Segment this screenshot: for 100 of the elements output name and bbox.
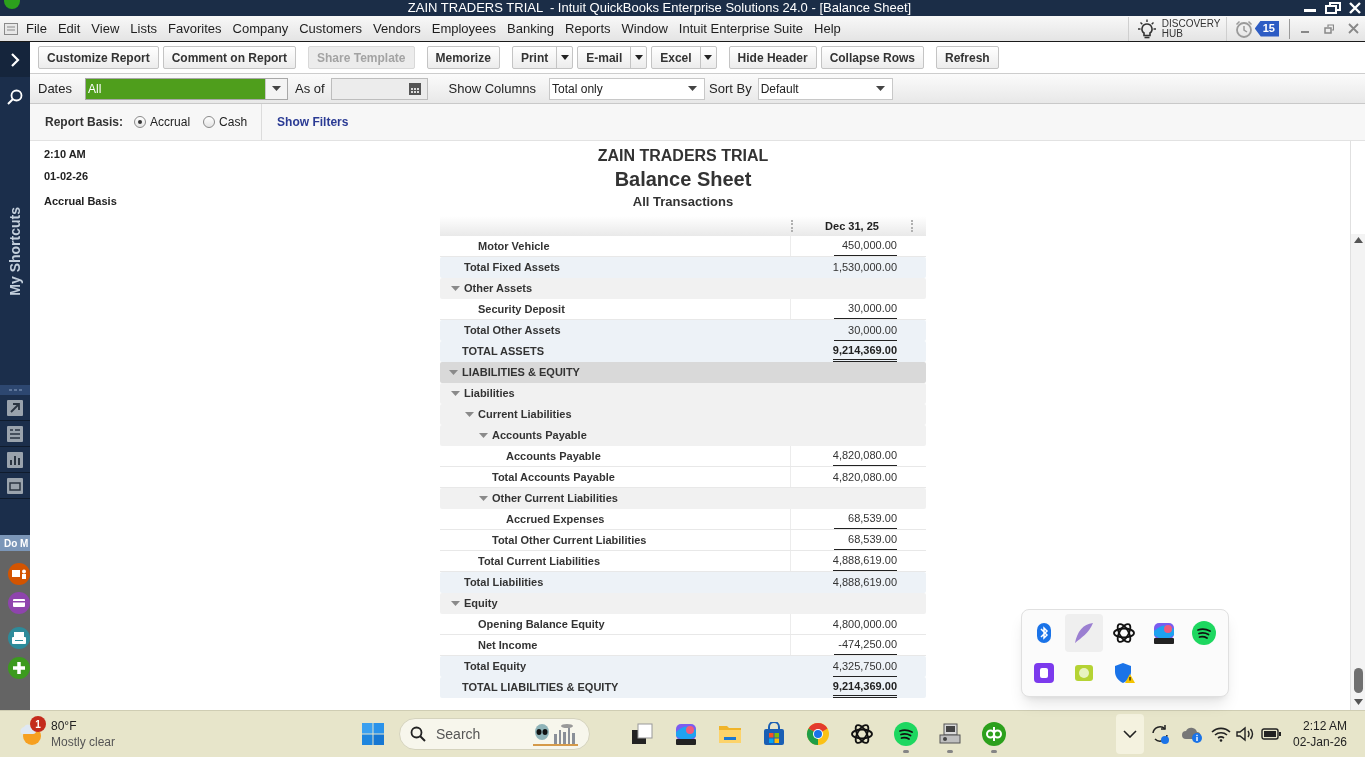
alien-city-illustration <box>530 722 580 746</box>
shield-warning-icon[interactable] <box>1112 661 1136 685</box>
arrow-box-icon[interactable] <box>7 399 23 416</box>
window-menu-icon[interactable] <box>4 22 18 35</box>
show-columns-dropdown[interactable]: Total only <box>549 77 706 100</box>
toolbar-button[interactable]: Refresh <box>936 46 999 69</box>
card-icon[interactable] <box>8 592 30 614</box>
caret-down-icon[interactable] <box>560 55 569 60</box>
menu-item[interactable]: Edit <box>57 19 81 38</box>
app-logo-icon[interactable] <box>674 722 698 746</box>
amount: -474,250.00 <box>834 635 897 655</box>
radio-button[interactable] <box>203 116 216 128</box>
radio-label[interactable]: Accrual <box>150 113 191 131</box>
scrollbar-thumb[interactable] <box>1353 668 1363 693</box>
weather-temperature[interactable]: 80°F <box>51 718 77 734</box>
toolbar-button[interactable]: Comment on Report <box>162 46 297 69</box>
column-header: Dec 31, 25 <box>825 218 879 234</box>
accounting-logo-icon[interactable] <box>982 722 1006 746</box>
toolbar-button[interactable]: E-mail <box>577 46 648 69</box>
person-card-icon[interactable] <box>8 563 30 585</box>
sidebar-title[interactable]: My Shortcuts <box>4 206 26 296</box>
computer-app-icon[interactable] <box>938 722 962 746</box>
wifi-icon[interactable] <box>1210 726 1231 742</box>
toolbar-button[interactable]: Customize Report <box>38 46 159 69</box>
radio-label[interactable]: Cash <box>219 113 248 131</box>
browser-icon[interactable] <box>806 722 830 746</box>
show-filters-link[interactable]: Show Filters <box>277 113 349 131</box>
menu-item[interactable]: Customers <box>299 19 362 38</box>
calendar-icon[interactable] <box>408 82 421 95</box>
group-label: Other Assets <box>464 281 533 297</box>
menu-item[interactable]: Lists <box>130 19 158 38</box>
menu-item[interactable]: Help <box>814 19 841 38</box>
knot-logo-icon[interactable] <box>1112 621 1136 645</box>
caret-down-icon[interactable] <box>688 86 698 91</box>
amount: 4,888,619.00 <box>832 575 897 591</box>
menu-item[interactable]: Vendors <box>373 19 421 38</box>
app-tile-icon[interactable] <box>1032 661 1056 685</box>
menu-item[interactable]: File <box>26 19 47 38</box>
date-field[interactable] <box>330 77 428 100</box>
amount: 30,000.00 <box>834 299 897 319</box>
radio-button[interactable] <box>134 116 147 128</box>
printer-icon[interactable] <box>8 627 30 649</box>
toolbar-button[interactable]: Hide Header <box>728 46 817 69</box>
menu-item[interactable]: Intuit Enterprise Suite <box>678 19 804 38</box>
show-hidden-icons-button[interactable] <box>1115 714 1144 754</box>
caret-down-icon[interactable] <box>704 55 713 60</box>
amount: 4,325,750.00 <box>832 656 897 677</box>
filter-label: As of <box>294 79 325 98</box>
weather-condition[interactable]: Mostly clear <box>51 734 115 750</box>
report-basis: Accrual Basis <box>44 194 117 209</box>
knot-logo-icon[interactable] <box>850 722 874 746</box>
window-icon[interactable] <box>7 477 23 494</box>
menu-item[interactable]: Banking <box>507 19 554 38</box>
filter-label: Show Columns <box>448 79 537 98</box>
discovery-hub-link[interactable]: DISCOVERY HUB <box>1161 18 1224 39</box>
sidebar-section-title: Do M <box>4 536 29 551</box>
menu-item[interactable]: Reports <box>565 19 611 38</box>
chevron-right-icon[interactable] <box>10 52 20 67</box>
feather-icon[interactable] <box>1065 614 1103 652</box>
task-view-icon[interactable] <box>630 722 654 746</box>
app-logo-icon[interactable] <box>1152 621 1176 645</box>
menu-item[interactable]: Favorites <box>168 19 222 38</box>
restore-icon[interactable] <box>1325 2 1341 14</box>
search-field[interactable]: Search <box>399 718 590 750</box>
caret-down-icon[interactable] <box>271 86 281 91</box>
toolbar-button[interactable]: Excel <box>651 46 717 69</box>
caret-down-icon[interactable] <box>634 55 643 60</box>
menu-item[interactable]: Window <box>621 19 668 38</box>
sort-by-dropdown[interactable]: Default <box>757 77 893 100</box>
lightbulb-icon[interactable] <box>1137 18 1156 39</box>
caret-down-icon[interactable] <box>875 86 885 91</box>
menu-item[interactable]: Employees <box>431 19 497 38</box>
account-label: Motor Vehicle <box>478 238 550 254</box>
menu-item[interactable]: View <box>91 19 120 38</box>
music-app-icon[interactable] <box>1192 621 1216 645</box>
triangle-down-icon[interactable] <box>1353 699 1363 705</box>
triangle-up-icon[interactable] <box>1353 237 1363 243</box>
battery-icon[interactable] <box>1260 728 1281 740</box>
search-icon[interactable] <box>7 89 23 105</box>
clock-date[interactable]: 02-Jan-26 <box>1292 734 1347 750</box>
account-label: Accounts Payable <box>506 448 601 464</box>
vertical-scrollbar[interactable] <box>1351 234 1365 710</box>
toolbar-button[interactable]: Collapse Rows <box>820 46 924 69</box>
splitter-handle-icon[interactable] <box>0 385 30 395</box>
clock-time[interactable]: 2:12 AM <box>1302 718 1347 734</box>
amount: 4,820,080.00 <box>832 469 897 485</box>
reminders-count-badge[interactable]: 15 <box>1254 20 1279 37</box>
toolbar-button[interactable]: Memorize <box>426 46 500 69</box>
list-icon[interactable] <box>7 425 23 442</box>
chevron-down-icon[interactable] <box>1122 730 1137 738</box>
plus-icon[interactable] <box>8 657 30 679</box>
toolbar-button[interactable]: Print <box>511 46 574 69</box>
search-icon[interactable] <box>410 726 426 742</box>
speaker-icon[interactable] <box>1234 726 1255 742</box>
menu-item[interactable]: Company <box>232 19 289 38</box>
music-app-icon[interactable] <box>894 722 918 746</box>
store-icon[interactable] <box>762 722 786 746</box>
total-label: Total Fixed Assets <box>464 260 560 276</box>
alarm-clock-icon[interactable] <box>1234 19 1253 38</box>
bar-chart-icon[interactable] <box>7 451 23 468</box>
